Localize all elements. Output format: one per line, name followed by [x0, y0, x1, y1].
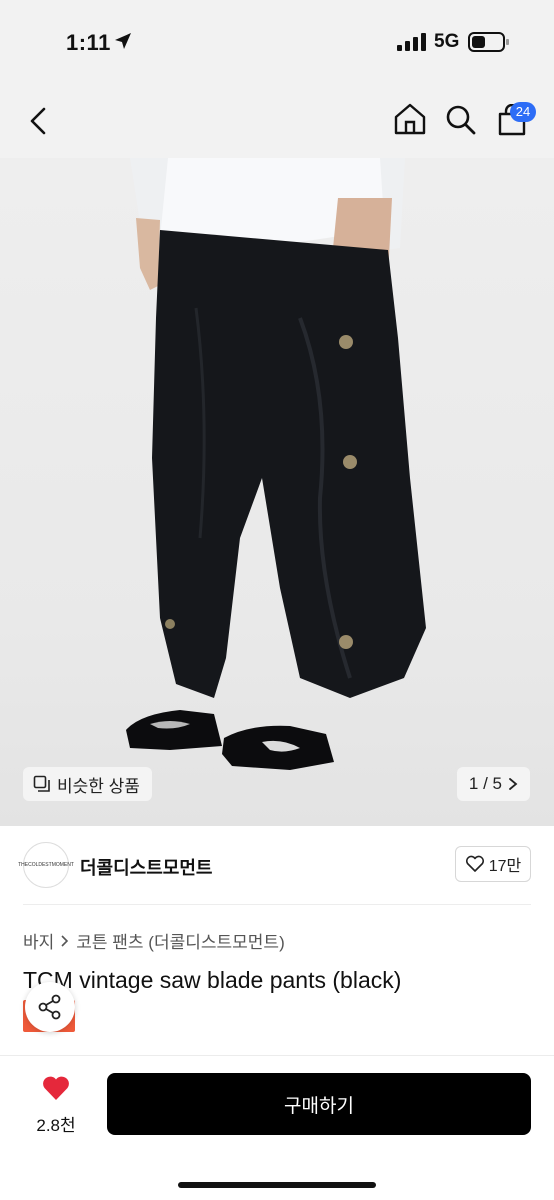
- back-icon[interactable]: [28, 106, 50, 136]
- chevron-right-icon: [509, 778, 518, 790]
- share-icon: [38, 994, 61, 1020]
- image-pager[interactable]: 1 / 5: [456, 767, 530, 801]
- brand-like-button[interactable]: 17만: [455, 846, 531, 882]
- similar-icon: [33, 775, 50, 792]
- signal-icon: [397, 33, 426, 51]
- cart-badge: 24: [510, 102, 536, 122]
- status-time: 1:11: [66, 30, 111, 55]
- bottom-separator: [0, 1055, 554, 1056]
- breadcrumb-level1[interactable]: 바지: [23, 928, 54, 953]
- network-type: 5G: [434, 31, 460, 52]
- pager-text: 1 / 5: [468, 774, 502, 793]
- breadcrumb-level2[interactable]: 코튼 팬츠 (더콜디스트모먼트): [76, 928, 284, 953]
- brand-row[interactable]: THECOLDESTMOMENT 더콜디스트모먼트 17만: [0, 826, 554, 904]
- status-bar: 1:11 5G: [0, 0, 554, 84]
- product-title: TCM vintage saw blade pants (black): [23, 967, 402, 993]
- heart-outline-icon: [465, 855, 484, 872]
- location-arrow-icon: [115, 33, 131, 49]
- product-photo: [126, 158, 426, 770]
- battery-icon: [468, 32, 509, 52]
- search-icon[interactable]: [445, 104, 477, 136]
- favorite-count: 2.8천: [36, 1116, 76, 1135]
- home-icon[interactable]: [393, 102, 427, 136]
- home-indicator[interactable]: [178, 1182, 376, 1188]
- brand-like-count: 17만: [488, 858, 522, 875]
- chevron-right-icon: [61, 934, 69, 947]
- heart-filled-icon: [43, 1076, 69, 1100]
- similar-label: 비슷한 상품: [57, 776, 140, 796]
- breadcrumb: 바지 코튼 팬츠 (더콜디스트모먼트): [23, 928, 285, 953]
- brand-name[interactable]: 더콜디스트모먼트: [80, 854, 212, 880]
- buy-button[interactable]: 구매하기: [107, 1073, 531, 1135]
- favorite-button[interactable]: 2.8천: [18, 1074, 94, 1135]
- share-button[interactable]: [25, 982, 75, 1032]
- product-image[interactable]: [0, 158, 554, 826]
- similar-products-button[interactable]: 비슷한 상품: [23, 767, 152, 801]
- divider: [23, 904, 531, 905]
- brand-logo[interactable]: THECOLDESTMOMENT: [18, 842, 74, 888]
